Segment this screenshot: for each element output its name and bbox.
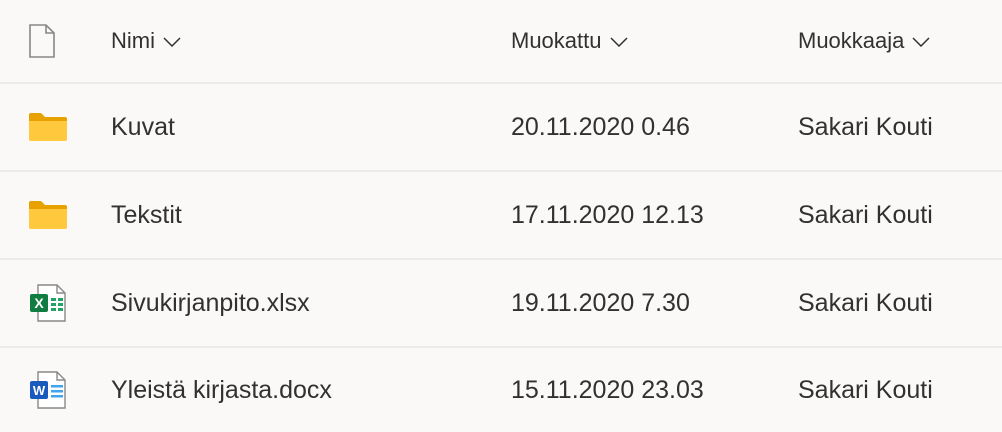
row-icon-cell — [28, 84, 72, 170]
row-name[interactable]: Yleistä kirjasta.docx — [111, 348, 332, 432]
row-modified-by[interactable]: Sakari Kouti — [798, 348, 933, 432]
table-row[interactable]: Tekstit 17.11.2020 12.13 Sakari Kouti — [0, 172, 1002, 260]
svg-text:W: W — [33, 383, 46, 398]
chevron-down-icon — [912, 37, 930, 47]
column-header-row: Nimi Muokattu Muokkaaja — [0, 0, 1002, 84]
row-icon-cell: X — [28, 260, 72, 346]
column-header-modified-by-label: Muokkaaja — [798, 28, 905, 53]
row-modified: 15.11.2020 23.03 — [511, 375, 704, 404]
row-icon-cell — [28, 172, 72, 258]
chevron-down-icon — [609, 37, 628, 47]
table-row[interactable]: Kuvat 20.11.2020 0.46 Sakari Kouti — [0, 84, 1002, 172]
column-header-modified-label: Muokattu — [511, 28, 602, 53]
row-modified: 19.11.2020 7.30 — [511, 288, 690, 317]
folder-icon — [29, 113, 67, 141]
row-modified: 17.11.2020 12.13 — [511, 200, 704, 229]
column-header-name-label: Nimi — [111, 28, 155, 53]
row-name[interactable]: Sivukirjanpito.xlsx — [111, 260, 310, 346]
row-modified-by[interactable]: Sakari Kouti — [798, 260, 933, 346]
row-icon-cell: W — [28, 348, 72, 432]
row-modified-by[interactable]: Sakari Kouti — [798, 172, 933, 258]
word-file-icon: W — [30, 371, 66, 409]
chevron-down-icon — [163, 37, 181, 47]
row-name[interactable]: Tekstit — [111, 172, 182, 258]
row-name[interactable]: Kuvat — [111, 84, 175, 170]
row-modified-by[interactable]: Sakari Kouti — [798, 84, 933, 170]
file-list: Nimi Muokattu Muokkaaja Kuvat 20.11.2020… — [0, 0, 1002, 432]
svg-text:X: X — [34, 295, 44, 311]
excel-file-icon: X — [30, 284, 66, 322]
file-type-icon — [29, 24, 55, 58]
folder-icon — [29, 201, 67, 229]
column-header-name[interactable]: Nimi — [111, 0, 181, 82]
row-modified: 20.11.2020 0.46 — [511, 112, 690, 141]
column-header-modified[interactable]: Muokattu — [511, 0, 628, 82]
table-row[interactable]: W Yleistä kirjasta.docx 15.11.2020 23.03… — [0, 348, 1002, 432]
table-row[interactable]: X Sivukirjanpito.xlsx 19.11.2020 7.30 Sa… — [0, 260, 1002, 348]
column-header-modified-by[interactable]: Muokkaaja — [798, 0, 930, 82]
column-header-file-type[interactable] — [28, 0, 72, 82]
